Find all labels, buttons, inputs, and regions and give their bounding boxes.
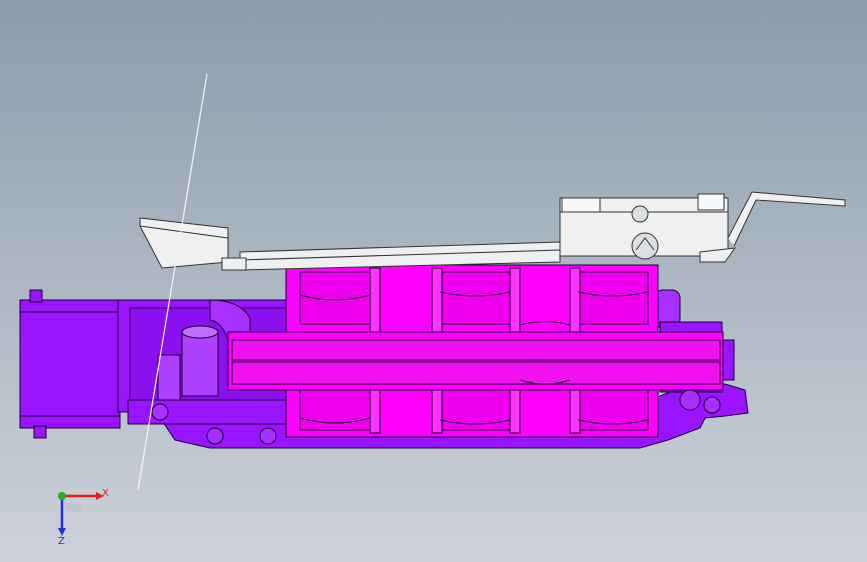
cad-model-view[interactable]: [0, 0, 867, 562]
coordinate-triad-icon: [58, 492, 104, 536]
graphics-viewport[interactable]: X Z: [0, 0, 867, 562]
x-axis-label: X: [102, 488, 109, 499]
coordinate-triad: X Z: [58, 488, 109, 547]
sheet-metal-bracket[interactable]: [139, 191, 846, 271]
z-axis-label: Z: [58, 536, 65, 547]
section-cut-faces[interactable]: [227, 264, 724, 438]
